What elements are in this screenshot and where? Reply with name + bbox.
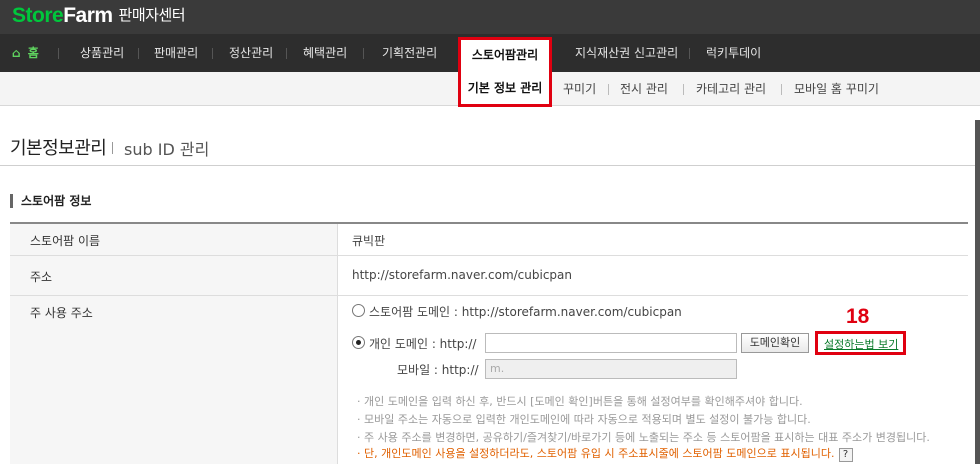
- info-table: 스토어팜 이름 큐빅판 주소 http://storefarm.naver.co…: [10, 222, 968, 464]
- home-icon: ⌂: [12, 46, 21, 60]
- table-row: 주소 http://storefarm.naver.com/cubicpan: [10, 256, 968, 296]
- note-line: · 개인 도메인을 입력 하신 후, 반드시 [도메인 확인]버튼을 통해 설정…: [357, 395, 803, 408]
- gnb-ip-report[interactable]: 지식재산권 신고관리: [575, 34, 678, 72]
- note-line: · 주 사용 주소를 변경하면, 공유하기/즐겨찾기/바로가기 등에 노출되는 …: [357, 431, 930, 444]
- gnb-divider: [138, 48, 139, 59]
- storefarm-logo[interactable]: StoreFarm 판매자센터: [12, 4, 186, 28]
- lnb-display[interactable]: 전시 관리: [620, 72, 668, 106]
- lnb-divider: [683, 84, 684, 95]
- radio-personal-domain[interactable]: [352, 336, 365, 349]
- store-domain-option: 스토어팜 도메인 : http://storefarm.naver.com/cu…: [369, 305, 682, 319]
- main-address-label: 주 사용 주소: [30, 306, 93, 320]
- top-bar: StoreFarm 판매자센터: [0, 0, 980, 34]
- mobile-label: 모바일 : http://: [397, 363, 479, 377]
- store-name-label: 스토어팜 이름: [30, 234, 101, 248]
- gnb-benefit[interactable]: 혜택관리: [303, 34, 347, 72]
- lnb-decorate[interactable]: 꾸미기: [563, 72, 596, 106]
- gnb-settlement[interactable]: 정산관리: [229, 34, 273, 72]
- gnb-sales[interactable]: 판매관리: [154, 34, 198, 72]
- logo-store-text: Store: [12, 4, 64, 27]
- highlight-frame: [458, 37, 552, 107]
- row-header: 주소: [10, 256, 338, 295]
- lnb-divider: [608, 84, 609, 95]
- gnb-product[interactable]: 상품관리: [80, 34, 124, 72]
- title-divider: [112, 142, 113, 154]
- gnb-home[interactable]: ⌂ 홈: [12, 34, 39, 72]
- lnb-category[interactable]: 카테고리 관리: [696, 72, 766, 106]
- note-warning: · 단, 개인도메인 사용을 설정하더라도, 스토어팜 유입 시 주소표시줄에 …: [357, 445, 853, 462]
- gnb-divider: [689, 48, 690, 59]
- section-title: 스토어팜 정보: [10, 194, 91, 208]
- address-value: http://storefarm.naver.com/cubicpan: [352, 268, 573, 282]
- page-title: 기본정보관리: [10, 138, 107, 159]
- row-header: 주 사용 주소: [10, 296, 338, 464]
- mobile-domain-input: m.: [485, 359, 737, 379]
- gnb-home-label: 홈: [27, 46, 39, 60]
- gnb-divider: [212, 48, 213, 59]
- page-header: 기본정보관리 sub ID 관리: [0, 130, 980, 166]
- logo-farm-text: Farm: [63, 4, 113, 27]
- lnb-divider: [781, 84, 782, 95]
- store-name-value: 큐빅판: [352, 234, 386, 248]
- gnb-lucky-today[interactable]: 럭키투데이: [706, 34, 761, 72]
- gnb-divider: [286, 48, 287, 59]
- help-icon[interactable]: ?: [838, 448, 853, 462]
- step-number-annotation: 18: [846, 305, 870, 328]
- table-row: 스토어팜 이름 큐빅판: [10, 224, 968, 256]
- address-label: 주소: [30, 270, 53, 284]
- personal-domain-label: 개인 도메인 : http://: [369, 337, 477, 351]
- guide-link-highlight: [815, 331, 906, 355]
- gnb-divider: [363, 48, 364, 59]
- note-line: · 모바일 주소는 자동으로 입력한 개인도메인에 따라 자동으로 적용되며 별…: [357, 413, 811, 426]
- note-warning-text: · 단, 개인도메인 사용을 설정하더라도, 스토어팜 유입 시 주소표시줄에 …: [357, 447, 835, 460]
- lnb-mobile-home[interactable]: 모바일 홈 꾸미기: [794, 72, 879, 106]
- gnb-promotion[interactable]: 기획전관리: [382, 34, 437, 72]
- check-domain-button[interactable]: 도메인확인: [741, 333, 809, 353]
- sub-id-tab[interactable]: sub ID 관리: [124, 136, 209, 160]
- gnb-divider: [58, 48, 59, 59]
- logo-center-text: 판매자센터: [118, 7, 186, 24]
- radio-store-domain[interactable]: [352, 304, 365, 317]
- personal-domain-input[interactable]: [485, 333, 737, 353]
- window-edge: [975, 120, 980, 464]
- row-header: 스토어팜 이름: [10, 224, 338, 255]
